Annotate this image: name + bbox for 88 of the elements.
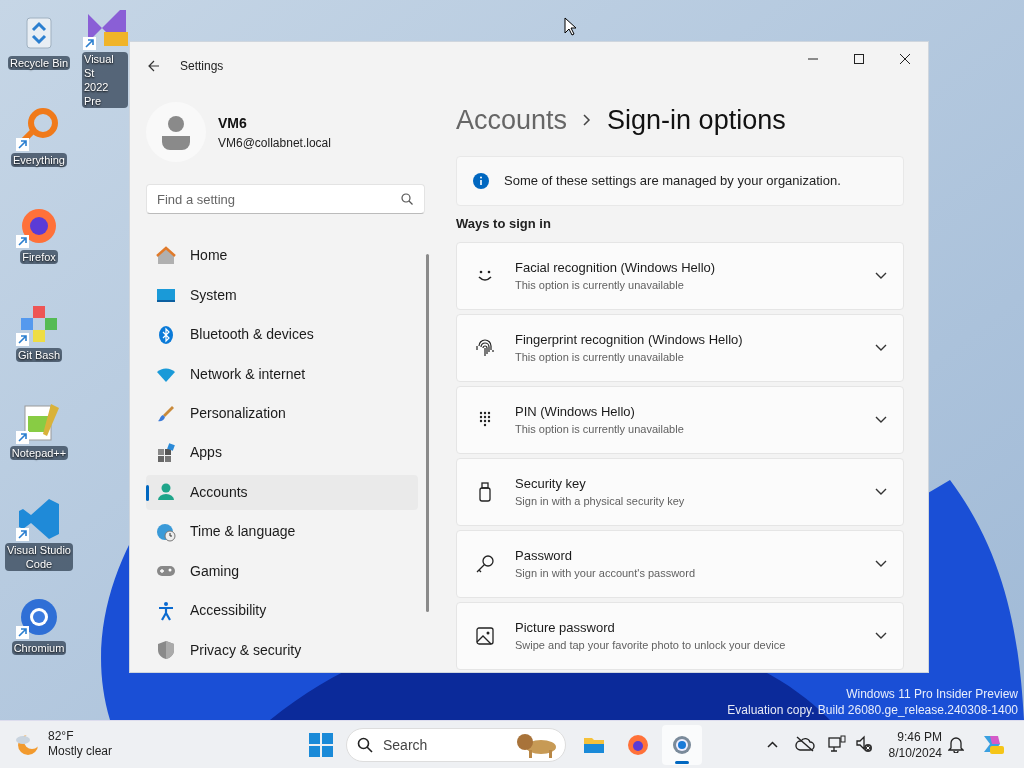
picture-icon bbox=[475, 625, 495, 646]
scrollbar[interactable] bbox=[426, 254, 429, 612]
info-text: Some of these settings are managed by your organization. bbox=[504, 172, 841, 191]
sign-in-option[interactable]: PIN (Windows Hello) This option is currently unavailable bbox=[456, 385, 904, 454]
nav-icon bbox=[156, 324, 176, 345]
info-icon bbox=[473, 173, 489, 189]
nav-icon bbox=[156, 443, 176, 463]
desktop-icon-label[interactable]: Visual St 2022 Pre bbox=[82, 52, 128, 108]
account-name: VM6 bbox=[218, 113, 248, 133]
search-field[interactable]: Find a setting bbox=[146, 184, 425, 214]
nav-icon bbox=[156, 640, 176, 661]
desktop-icon-label[interactable]: Firefox bbox=[20, 250, 58, 264]
taskbar-app[interactable] bbox=[662, 725, 702, 765]
close-icon bbox=[900, 54, 910, 64]
gear-icon bbox=[670, 733, 694, 757]
chevron-down-icon[interactable] bbox=[875, 559, 887, 568]
window-title: Settings bbox=[180, 58, 224, 75]
bell-icon[interactable] bbox=[948, 735, 964, 753]
clock[interactable]: 9:46 PM 8/10/2024 bbox=[880, 729, 942, 761]
nav-icon bbox=[156, 521, 176, 542]
sign-in-option[interactable]: Fingerprint recognition (Windows Hello) This option is currently unavailable bbox=[456, 313, 904, 382]
chevron-up-icon[interactable] bbox=[767, 741, 778, 748]
start-icon[interactable] bbox=[309, 733, 333, 757]
option-description: This option is currently unavailable bbox=[515, 422, 685, 437]
maximize-icon bbox=[854, 54, 864, 64]
option-title: Security key bbox=[515, 474, 587, 493]
nav-icon bbox=[156, 482, 176, 503]
nav-item[interactable]: Apps bbox=[146, 435, 418, 471]
desktop-icon-label[interactable]: Git Bash bbox=[15, 348, 63, 362]
sign-in-option[interactable]: Facial recognition (Windows Hello) This option is currently unavailable bbox=[456, 241, 904, 310]
key-icon bbox=[475, 553, 495, 574]
option-title: Fingerprint recognition (Windows Hello) bbox=[515, 330, 744, 349]
chevron-down-icon[interactable] bbox=[875, 487, 887, 496]
option-title: Picture password bbox=[515, 618, 616, 637]
desktop-icon-label[interactable]: Everything bbox=[11, 153, 67, 167]
section-heading: Ways to sign in bbox=[456, 215, 552, 233]
os-watermark-text: Evaluation copy. Build 26080.ge_release.240308-1400 bbox=[727, 702, 1018, 718]
taskbar-search[interactable]: Search bbox=[346, 728, 566, 762]
account-email: VM6@collabnet.local bbox=[218, 134, 331, 152]
option-title: Facial recognition (Windows Hello) bbox=[515, 258, 717, 277]
search-icon bbox=[357, 737, 373, 753]
option-title: Password bbox=[515, 546, 574, 565]
nav-item[interactable]: Home bbox=[146, 238, 418, 274]
lion-drawing bbox=[515, 732, 559, 758]
chevron-right-icon bbox=[583, 114, 592, 126]
nav-item[interactable]: Time & language bbox=[146, 514, 418, 550]
page-title: Sign-in options bbox=[607, 103, 786, 137]
firefox-icon bbox=[626, 733, 650, 757]
volume-muted-icon[interactable] bbox=[855, 735, 873, 753]
chevron-down-icon[interactable] bbox=[875, 271, 887, 280]
nav-item[interactable]: System bbox=[146, 277, 418, 313]
os-watermark-text: Windows 11 Pro Insider Preview bbox=[845, 686, 1018, 702]
search-icon bbox=[401, 193, 413, 205]
nav-item[interactable]: Gaming bbox=[146, 553, 418, 590]
sign-in-option[interactable]: Picture password Swipe and tap your favorite photo to unlock your device bbox=[456, 601, 904, 670]
nav-item[interactable]: Accessibility bbox=[146, 593, 418, 629]
sign-in-option[interactable]: Security key Sign in with a physical security key bbox=[456, 457, 904, 526]
temperature: 82°F bbox=[48, 729, 75, 744]
option-description: Sign in with a physical security key bbox=[515, 494, 686, 509]
chevron-down-icon[interactable] bbox=[875, 415, 887, 424]
cursor-icon bbox=[564, 17, 576, 36]
back-icon[interactable] bbox=[148, 60, 160, 72]
desktop-icon-label[interactable]: Chromium bbox=[11, 641, 67, 655]
fingerprint-icon bbox=[475, 337, 495, 358]
cloud-offline-icon[interactable] bbox=[795, 736, 815, 752]
nav-icon bbox=[156, 245, 176, 266]
option-title: PIN (Windows Hello) bbox=[515, 402, 636, 421]
desktop-icon-label[interactable]: Notepad++ bbox=[9, 446, 69, 460]
nav-icon bbox=[156, 403, 176, 424]
option-description: This option is currently unavailable bbox=[515, 350, 685, 365]
nav-item[interactable]: Bluetooth & devices bbox=[146, 316, 418, 353]
weather-condition: Mostly clear bbox=[48, 744, 112, 759]
nav-item[interactable]: Network & internet bbox=[146, 356, 418, 392]
chevron-down-icon[interactable] bbox=[875, 631, 887, 640]
option-description: Swipe and tap your favorite photo to unlock your device bbox=[515, 638, 787, 653]
nav-item[interactable]: Accounts bbox=[146, 474, 418, 511]
weather-widget[interactable]: 82°F Mostly clear bbox=[14, 729, 112, 759]
breadcrumb-link[interactable]: Accounts bbox=[456, 99, 568, 141]
option-description: Sign in with your account's password bbox=[515, 566, 697, 581]
nav-icon bbox=[156, 600, 176, 621]
network-icon[interactable] bbox=[828, 735, 846, 753]
option-description: This option is currently unavailable bbox=[515, 278, 685, 293]
nav-item[interactable]: Privacy & security bbox=[146, 632, 418, 668]
desktop-icon-label[interactable]: Recycle Bin bbox=[7, 56, 71, 70]
nav-item[interactable]: Personalization bbox=[146, 395, 418, 432]
sign-in-option[interactable]: Password Sign in with your account's password bbox=[456, 529, 904, 598]
chevron-down-icon[interactable] bbox=[875, 343, 887, 352]
desktop-icon-label[interactable]: Visual Studio Code bbox=[5, 543, 73, 571]
